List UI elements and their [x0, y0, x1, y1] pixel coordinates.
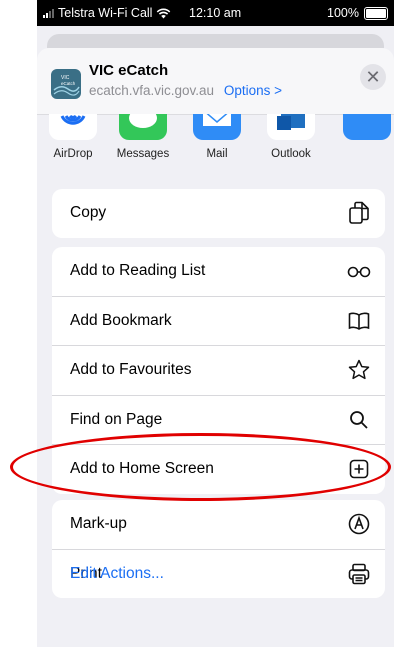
action-mark-up[interactable]: Mark-up	[52, 500, 385, 550]
share-sheet-screen: Telstra Wi-Fi Call 12:10 am 100% VIC eCa…	[37, 0, 394, 647]
close-button[interactable]: ✕	[360, 64, 386, 90]
share-header: VIC eCatch VIC eCatch ecatch.vfa.vic.gov…	[37, 48, 394, 115]
action-group-document: Mark-up Print	[52, 500, 385, 598]
print-icon	[347, 562, 371, 586]
airdrop-icon	[49, 114, 97, 140]
battery-icon	[364, 6, 388, 20]
app-icon: VIC eCatch	[51, 69, 81, 99]
share-target-mail[interactable]: Mail	[187, 114, 247, 160]
action-copy[interactable]: Copy	[52, 189, 385, 238]
action-label: Mark-up	[70, 515, 127, 532]
share-target-outlook[interactable]: Outlook	[261, 114, 321, 160]
add-square-icon	[347, 457, 371, 481]
action-label: Add to Reading List	[70, 262, 206, 279]
share-targets-row: AirDrop Messages Mail Outlook	[37, 114, 394, 184]
app-url: ecatch.vfa.vic.gov.au	[89, 83, 215, 98]
messages-icon	[119, 114, 167, 140]
share-target-label: Mail	[206, 148, 228, 160]
share-target-airdrop[interactable]: AirDrop	[43, 114, 103, 160]
share-target-label: Messages	[116, 148, 170, 160]
options-link[interactable]: Options >	[224, 83, 282, 98]
search-icon	[347, 408, 371, 432]
bookmark-icon	[347, 309, 371, 333]
status-bar: Telstra Wi-Fi Call 12:10 am 100%	[37, 0, 394, 26]
clock: 12:10 am	[189, 6, 242, 20]
app-title: VIC eCatch	[89, 62, 169, 79]
share-target-messages[interactable]: Messages	[113, 114, 173, 160]
wifi-icon	[157, 8, 171, 18]
battery-label: 100%	[327, 6, 359, 20]
share-target-label: AirDrop	[53, 148, 93, 160]
app-icon-text-ecatch: eCatch	[61, 81, 76, 86]
edit-actions-link[interactable]: Edit Actions...	[70, 565, 164, 583]
action-group-copy: Copy	[52, 189, 385, 238]
carrier-indicator: Telstra Wi-Fi Call	[43, 6, 171, 20]
app-icon-partial	[343, 114, 391, 140]
action-label: Copy	[70, 204, 107, 221]
outlook-icon	[267, 114, 315, 140]
star-icon	[347, 358, 371, 382]
action-add-to-home-screen[interactable]: Add to Home Screen	[52, 445, 385, 494]
share-target-label: Outlook	[271, 148, 311, 160]
share-sheet: VIC eCatch VIC eCatch ecatch.vfa.vic.gov…	[37, 48, 394, 647]
action-label: Find on Page	[70, 410, 163, 428]
action-label: Add to Home Screen	[70, 460, 214, 477]
copy-icon	[347, 201, 371, 225]
action-group-page: Add to Reading List Add Bookmark Add to …	[52, 247, 385, 494]
action-add-to-favourites[interactable]: Add to Favourites	[52, 346, 385, 396]
battery-indicator: 100%	[327, 6, 388, 20]
action-add-to-reading-list[interactable]: Add to Reading List	[52, 247, 385, 297]
mail-icon	[193, 114, 241, 140]
action-find-on-page[interactable]: Find on Page	[52, 396, 385, 445]
signal-icon	[43, 8, 54, 18]
reading-list-icon	[347, 259, 371, 283]
action-label: Add to Favourites	[70, 361, 192, 378]
app-subtitle: ecatch.vfa.vic.gov.au Options >	[89, 83, 282, 98]
action-add-bookmark[interactable]: Add Bookmark	[52, 297, 385, 346]
action-label: Add Bookmark	[70, 311, 172, 329]
markup-icon	[347, 512, 371, 536]
share-target-more[interactable]	[337, 114, 394, 140]
carrier-label: Telstra Wi-Fi Call	[58, 6, 153, 20]
